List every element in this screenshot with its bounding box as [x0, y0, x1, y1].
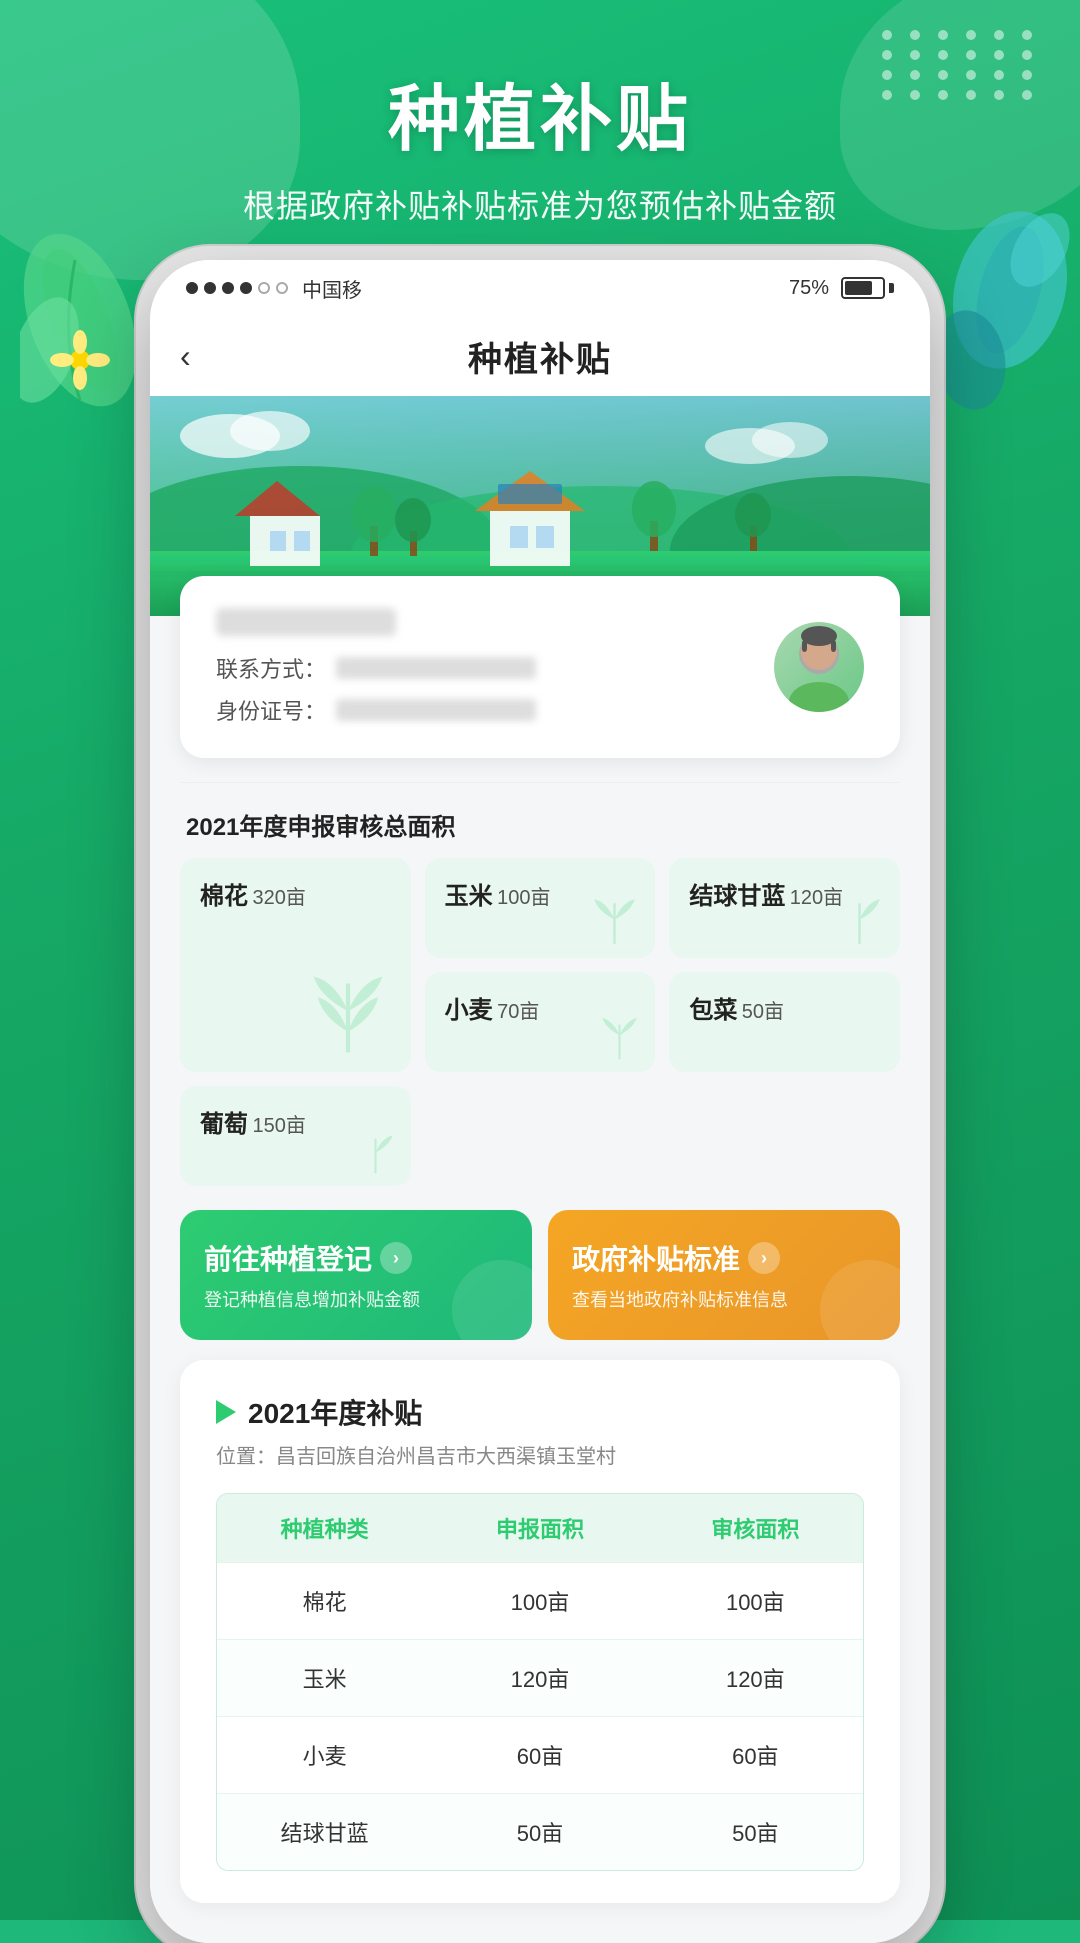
main-title: 种植补贴 — [0, 60, 1080, 165]
crop-area-2: 120亩 — [790, 887, 843, 909]
contact-value-blur — [336, 657, 536, 679]
crop-card-putao: 葡萄 150亩 — [180, 1086, 411, 1186]
battery-icon — [841, 277, 894, 299]
register-arrow: › — [380, 1242, 412, 1274]
table-cell-0-1: 100亩 — [432, 1563, 647, 1639]
table-cell-3-0: 结球甘蓝 — [217, 1794, 432, 1870]
table-header-col-0: 种植种类 — [217, 1494, 432, 1562]
table-cell-2-0: 小麦 — [217, 1717, 432, 1793]
table-cell-3-2: 50亩 — [648, 1794, 863, 1870]
triangle-icon — [216, 1400, 236, 1424]
crop-card-mianhua: 棉花 320亩 — [180, 858, 411, 1072]
avatar — [774, 622, 864, 712]
crop-card-yumi: 玉米 100亩 — [425, 858, 656, 958]
table-body: 棉花100亩100亩玉米120亩120亩小麦60亩60亩结球甘蓝50亩50亩 — [217, 1562, 863, 1870]
header-area: 种植补贴 根据政府补贴补贴标准为您预估补贴金额 — [0, 60, 1080, 227]
table-cell-1-2: 120亩 — [648, 1640, 863, 1716]
crop-section-label: 2021年度申报审核总面积 — [180, 807, 900, 842]
back-button[interactable]: ‹ — [180, 338, 191, 375]
user-id: 身份证号： — [216, 694, 750, 726]
crop-area-1: 100亩 — [497, 887, 550, 909]
signal-dot-2 — [204, 282, 216, 294]
table-header-col-2: 审核面积 — [648, 1494, 863, 1562]
table-cell-2-1: 60亩 — [432, 1717, 647, 1793]
flower-left-icon — [50, 330, 110, 390]
nav-title: 种植补贴 — [468, 332, 612, 381]
location-label: 位置： — [216, 1446, 276, 1468]
crop-card-xiaomai: 小麦 70亩 — [425, 972, 656, 1072]
subsidy-table: 种植种类 申报面积 审核面积 棉花100亩100亩玉米120亩120亩小麦60亩… — [216, 1493, 864, 1871]
register-title: 前往种植登记 › — [204, 1238, 508, 1278]
subsidy-card: 2021年度补贴 位置：昌吉回族自治州昌吉市大西渠镇玉堂村 种植种类 申报面积 … — [180, 1360, 900, 1903]
signal-dot-5 — [258, 282, 270, 294]
user-name-blur — [216, 608, 396, 636]
id-value-blur — [336, 699, 536, 721]
table-cell-3-1: 50亩 — [432, 1794, 647, 1870]
signal-dot-4 — [240, 282, 252, 294]
register-button[interactable]: 前往种植登记 › 登记种植信息增加补贴金额 — [180, 1210, 532, 1340]
crop-area-3: 70亩 — [497, 1001, 539, 1023]
crop-name-3: 小麦 — [445, 997, 493, 1024]
crop-grid: 棉花 320亩 玉米 100亩 — [180, 858, 900, 1186]
table-row: 玉米120亩120亩 — [217, 1639, 863, 1716]
signal-dot-3 — [222, 282, 234, 294]
status-right: 75% — [789, 277, 894, 300]
nav-bar: ‹ 种植补贴 — [150, 316, 930, 396]
location-value: 昌吉回族自治州昌吉市大西渠镇玉堂村 — [276, 1446, 616, 1468]
user-card: 联系方式： 身份证号： — [180, 576, 900, 758]
subsidy-location: 位置：昌吉回族自治州昌吉市大西渠镇玉堂村 — [216, 1440, 864, 1469]
sub-title: 根据政府补贴补贴标准为您预估补贴金额 — [0, 181, 1080, 227]
crop-card-baocai: 包菜 50亩 — [669, 972, 900, 1072]
action-row: 前往种植登记 › 登记种植信息增加补贴金额 政府补贴标准 › 查看当地政府补贴标… — [180, 1210, 900, 1340]
standard-arrow: › — [748, 1242, 780, 1274]
crop-name-4: 包菜 — [689, 997, 737, 1024]
standard-title: 政府补贴标准 › — [572, 1238, 876, 1278]
crop-name-5: 葡萄 — [200, 1111, 248, 1138]
id-label: 身份证号： — [216, 694, 326, 726]
crop-name-0: 棉花 — [200, 883, 248, 910]
subsidy-title: 2021年度补贴 — [248, 1392, 422, 1432]
table-row: 小麦60亩60亩 — [217, 1716, 863, 1793]
user-contact: 联系方式： — [216, 652, 750, 684]
subsidy-header: 2021年度补贴 — [216, 1392, 864, 1432]
signal-dot-6 — [276, 282, 288, 294]
crop-card-jieqiuganlv: 结球甘蓝 120亩 — [669, 858, 900, 958]
table-cell-0-2: 100亩 — [648, 1563, 863, 1639]
crop-area-5: 150亩 — [252, 1115, 305, 1137]
carrier-text: 中国移 — [302, 274, 362, 303]
table-cell-0-0: 棉花 — [217, 1563, 432, 1639]
standard-button[interactable]: 政府补贴标准 › 查看当地政府补贴标准信息 — [548, 1210, 900, 1340]
table-row: 棉花100亩100亩 — [217, 1562, 863, 1639]
phone-frame: 中国移 75% ‹ 种植补贴 — [150, 260, 930, 1943]
crop-name-2: 结球甘蓝 — [689, 883, 785, 910]
leaf-left-icon — [20, 220, 140, 420]
status-left: 中国移 — [186, 274, 362, 303]
table-cell-2-2: 60亩 — [648, 1717, 863, 1793]
leaf-right-icon — [930, 200, 1070, 420]
table-header: 种植种类 申报面积 审核面积 — [217, 1494, 863, 1562]
battery-percent: 75% — [789, 277, 829, 300]
contact-label: 联系方式： — [216, 652, 326, 684]
table-header-col-1: 申报面积 — [432, 1494, 647, 1562]
crop-area-4: 50亩 — [742, 1001, 784, 1023]
table-cell-1-1: 120亩 — [432, 1640, 647, 1716]
divider-1 — [180, 782, 900, 783]
signal-dot-1 — [186, 282, 198, 294]
table-row: 结球甘蓝50亩50亩 — [217, 1793, 863, 1870]
crop-name-1: 玉米 — [445, 883, 493, 910]
table-cell-1-0: 玉米 — [217, 1640, 432, 1716]
status-bar: 中国移 75% — [150, 260, 930, 316]
crop-area-0: 320亩 — [252, 887, 305, 909]
content-area: 联系方式： 身份证号： — [150, 576, 930, 1943]
user-info: 联系方式： 身份证号： — [216, 608, 750, 726]
